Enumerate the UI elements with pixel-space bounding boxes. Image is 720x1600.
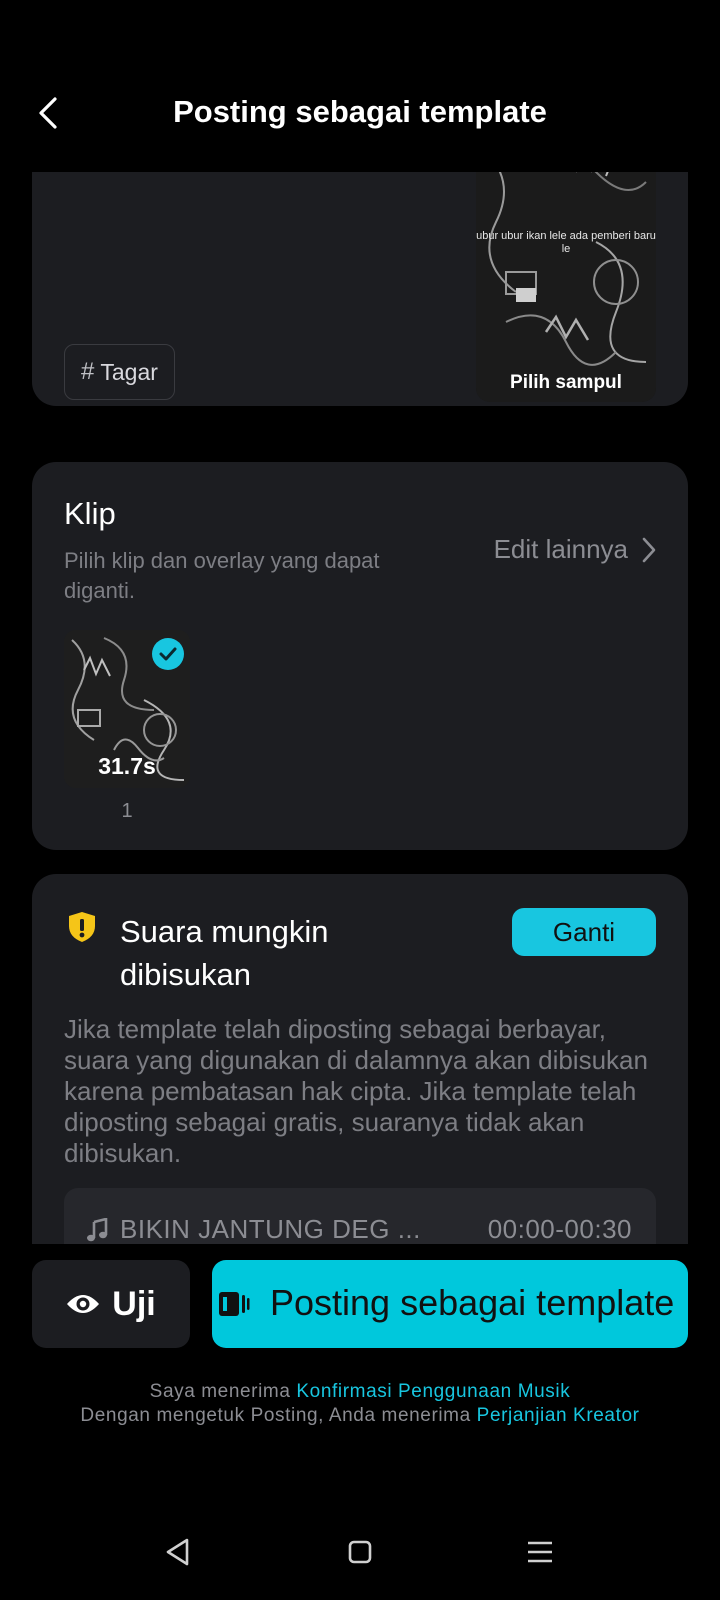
clips-title: Klip bbox=[64, 496, 116, 531]
test-button[interactable]: Uji bbox=[32, 1260, 190, 1348]
post-as-template-screen: Posting sebagai template # Tagar ubur ub… bbox=[0, 0, 720, 1600]
nav-back-button[interactable] bbox=[158, 1532, 198, 1572]
audio-warning-body: Jika template telah diposting sebagai be… bbox=[64, 1014, 648, 1168]
eye-icon bbox=[67, 1295, 100, 1313]
creator-agreement-link[interactable]: Perjanjian Kreator bbox=[477, 1405, 640, 1426]
clip-item[interactable]: 31.7s bbox=[64, 630, 190, 788]
consent-line2-text: Dengan mengetuk Posting, Anda menerima bbox=[80, 1405, 477, 1426]
video-template-icon bbox=[218, 1289, 250, 1324]
nav-home-button[interactable] bbox=[340, 1532, 380, 1572]
hashtag-label: Tagar bbox=[100, 358, 158, 385]
page-title: Posting sebagai template bbox=[173, 94, 547, 129]
clips-description: Pilih klip dan overlay yang dapat digant… bbox=[64, 548, 380, 603]
post-template-label: Posting sebagai template bbox=[270, 1282, 675, 1323]
clips-card: Klip Pilih klip dan overlay yang dapat d… bbox=[32, 462, 688, 850]
cover-caption: ubur ubur ikan lele ada pemberi baru le bbox=[476, 230, 656, 255]
triangle-back-icon bbox=[166, 1538, 189, 1566]
post-template-button[interactable]: Posting sebagai template bbox=[212, 1260, 688, 1348]
system-nav-bar bbox=[0, 1520, 720, 1584]
music-track-name: BIKIN JANTUNG DEG ... bbox=[120, 1214, 421, 1244]
audio-warning-card: Suara mungkin dibisukan Ganti Jika templ… bbox=[32, 874, 688, 1244]
edit-more-button[interactable]: Edit lainnya bbox=[494, 534, 656, 565]
music-track-time: 00:00-00:30 bbox=[487, 1214, 632, 1244]
hashtag-button[interactable]: # Tagar bbox=[64, 344, 175, 400]
hashtag-icon: # bbox=[81, 358, 95, 385]
clip-index: 1 bbox=[121, 800, 133, 822]
nav-menu-button[interactable] bbox=[520, 1532, 560, 1572]
music-usage-link[interactable]: Konfirmasi Penggunaan Musik bbox=[296, 1381, 570, 1402]
audio-warning-title: Suara mungkin dibisukan bbox=[120, 914, 329, 992]
square-home-icon bbox=[348, 1540, 372, 1564]
scroll-content[interactable]: # Tagar ubur ubur ikan lele ada pemberi … bbox=[0, 172, 720, 1244]
change-audio-button[interactable]: Ganti bbox=[512, 908, 656, 956]
shield-alert-icon bbox=[66, 910, 98, 949]
chevron-right-icon bbox=[642, 537, 656, 562]
edit-more-label: Edit lainnya bbox=[493, 534, 628, 564]
clip-duration: 31.7s bbox=[98, 753, 156, 779]
music-track-row[interactable]: BIKIN JANTUNG DEG ... 00:00-00:30 bbox=[64, 1188, 656, 1244]
template-details-card: # Tagar ubur ubur ikan lele ada pemberi … bbox=[32, 172, 688, 406]
music-note-icon bbox=[86, 1217, 108, 1244]
consent-text: Saya menerima Konfirmasi Penggunaan Musi… bbox=[60, 1380, 660, 1428]
check-circle-icon[interactable] bbox=[152, 638, 184, 670]
bottom-action-bar: Uji Posting sebagai template bbox=[0, 1244, 720, 1356]
cover-label: Pilih sampul bbox=[510, 372, 622, 393]
consent-line1-text: Saya menerima bbox=[149, 1381, 297, 1402]
menu-lines-icon bbox=[528, 1541, 552, 1563]
cover-picker[interactable]: ubur ubur ikan lele ada pemberi baru le … bbox=[476, 172, 656, 402]
cover-image bbox=[476, 172, 656, 402]
app-header: Posting sebagai template bbox=[0, 70, 720, 156]
test-button-label: Uji bbox=[112, 1284, 156, 1323]
